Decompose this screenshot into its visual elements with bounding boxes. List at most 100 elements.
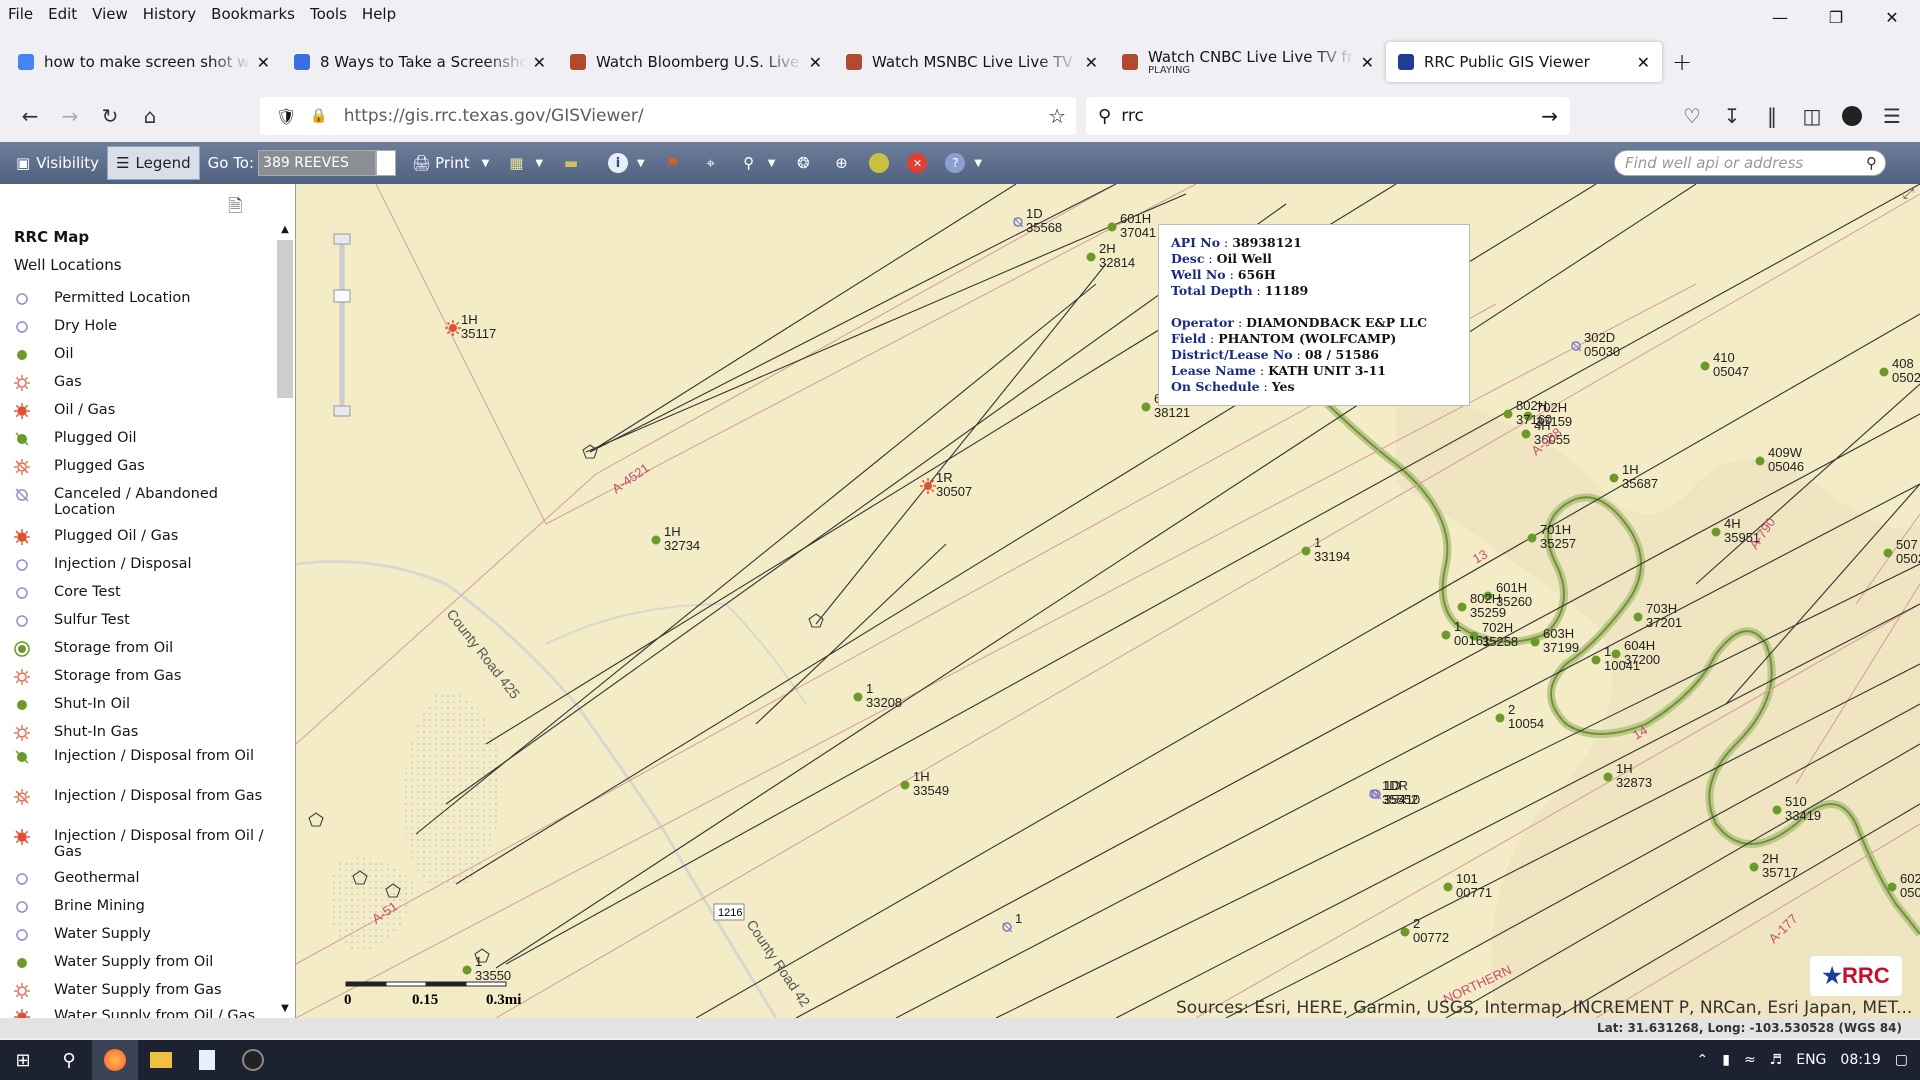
account-icon[interactable]	[1832, 96, 1872, 136]
well-marker[interactable]	[1755, 456, 1765, 466]
close-tab-icon[interactable]: ✕	[1361, 53, 1374, 72]
menu-item-tools[interactable]: Tools	[310, 5, 347, 23]
well-marker[interactable]	[1301, 546, 1311, 556]
zoom-slider[interactable]	[333, 233, 351, 417]
well-marker[interactable]	[1521, 429, 1531, 439]
well-marker[interactable]	[1883, 548, 1893, 558]
browser-tab[interactable]: Watch CNBC Live Live TV from LPLAYING ✕	[1110, 42, 1386, 82]
globe-icon[interactable]	[869, 153, 890, 173]
oil-well-icon[interactable]	[1711, 527, 1721, 537]
menu-item-bookmarks[interactable]: Bookmarks	[211, 5, 295, 23]
well-marker[interactable]	[462, 965, 472, 975]
oil-well-icon[interactable]	[1301, 546, 1311, 556]
pocket-icon[interactable]: ♡	[1672, 96, 1712, 136]
notifications-icon[interactable]: ▢	[1895, 1052, 1908, 1068]
well-marker[interactable]	[1495, 713, 1505, 723]
oil-well-icon[interactable]	[1749, 862, 1759, 872]
file-explorer-icon[interactable]	[138, 1040, 184, 1080]
close-tab-icon[interactable]: ✕	[1637, 53, 1650, 72]
well-marker[interactable]	[1443, 882, 1453, 892]
oil-well-icon[interactable]	[853, 692, 863, 702]
browser-tab[interactable]: Watch MSNBC Live Live TV from ✕	[834, 42, 1110, 82]
well-marker[interactable]	[1609, 473, 1619, 483]
find-well-input[interactable]: Find well api or address ⚲	[1614, 150, 1886, 176]
downloads-icon[interactable]: ↧	[1712, 96, 1752, 136]
well-marker[interactable]	[1013, 217, 1024, 228]
well-marker[interactable]	[1002, 922, 1013, 933]
notepad-icon[interactable]	[184, 1040, 230, 1080]
goto-dropdown[interactable]	[376, 150, 397, 176]
oil-well-icon[interactable]	[1883, 548, 1893, 558]
well-marker[interactable]	[853, 692, 863, 702]
visibility-button[interactable]: ▣ Visibility	[8, 146, 107, 180]
info-icon[interactable]: i	[608, 153, 629, 173]
well-marker[interactable]	[1107, 222, 1117, 232]
chevron-down-icon[interactable]: ▼	[768, 158, 776, 169]
flag-icon[interactable]: ⚑	[663, 153, 683, 173]
hamburger-menu-icon[interactable]: ☰	[1872, 96, 1912, 136]
volume-icon[interactable]: ♬	[1770, 1052, 1783, 1068]
well-marker[interactable]	[1887, 882, 1897, 892]
goto-input[interactable]: 389 REEVES	[258, 150, 377, 176]
well-marker[interactable]	[651, 535, 661, 545]
crosshair-icon[interactable]: ⌖	[701, 153, 721, 173]
language-indicator[interactable]: ENG	[1796, 1052, 1826, 1068]
windows-start-icon[interactable]: ⊞	[0, 1040, 46, 1080]
oil-well-icon[interactable]	[1633, 612, 1643, 622]
bookmark-star-icon[interactable]: ☆	[1048, 104, 1066, 128]
well-marker[interactable]	[1879, 367, 1889, 377]
pdf-export-icon[interactable]: 🗎	[228, 194, 242, 224]
well-pad-icon[interactable]	[308, 812, 324, 827]
oil-well-icon[interactable]	[1772, 805, 1782, 815]
chevron-down-icon[interactable]: ▼	[535, 158, 543, 169]
forward-button[interactable]: →	[50, 96, 90, 136]
oil-well-icon[interactable]	[1107, 222, 1117, 232]
well-marker[interactable]	[1603, 772, 1613, 782]
minimize-button[interactable]: —	[1752, 0, 1808, 34]
new-tab-button[interactable]: +	[1662, 42, 1702, 82]
expand-icon[interactable]: ⤢	[1903, 186, 1914, 202]
well-marker[interactable]	[1503, 409, 1513, 419]
well-marker[interactable]	[445, 320, 461, 336]
oil-well-icon[interactable]	[1443, 882, 1453, 892]
oil-well-icon[interactable]	[1609, 473, 1619, 483]
battery-icon[interactable]: ▮	[1722, 1052, 1730, 1068]
well-marker[interactable]	[900, 780, 910, 790]
help-icon[interactable]: ?	[945, 153, 966, 173]
oil-well-icon[interactable]	[651, 535, 661, 545]
sidebar-icon[interactable]: ◫	[1792, 96, 1832, 136]
oil-well-icon[interactable]	[1887, 882, 1897, 892]
map-canvas[interactable]: 1D 35568 601H 37041 2H 32814 1H 35117 1H 32734 1R 3…	[296, 184, 1920, 1018]
well-marker[interactable]	[1633, 612, 1643, 622]
well-marker[interactable]	[1400, 927, 1410, 937]
full-extent-icon[interactable]: ❂	[793, 153, 813, 173]
search-icon[interactable]: ⚲	[46, 1040, 92, 1080]
clear-icon[interactable]: ✕	[907, 153, 928, 173]
go-arrow-icon[interactable]: →	[1541, 104, 1558, 128]
oil-well-icon[interactable]	[1603, 772, 1613, 782]
oil-well-icon[interactable]	[1755, 456, 1765, 466]
oil-well-icon[interactable]	[1495, 713, 1505, 723]
gas-well-icon[interactable]	[924, 482, 932, 490]
well-marker[interactable]	[1749, 862, 1759, 872]
back-button[interactable]: ←	[10, 96, 50, 136]
search-icon[interactable]: ⚲	[1866, 154, 1877, 172]
legend-scrollbar[interactable]: ▲ ▼	[277, 224, 293, 1014]
well-marker[interactable]	[1711, 527, 1721, 537]
well-marker[interactable]	[1457, 602, 1467, 612]
search-bar[interactable]: ⚲ rrc →	[1086, 97, 1570, 135]
oil-well-icon[interactable]	[1521, 429, 1531, 439]
well-marker[interactable]	[1772, 805, 1782, 815]
oil-well-icon[interactable]	[1457, 602, 1467, 612]
well-marker[interactable]	[1086, 252, 1096, 262]
well-marker[interactable]	[1530, 637, 1540, 647]
oil-well-icon[interactable]	[1700, 361, 1710, 371]
well-marker[interactable]	[1141, 402, 1151, 412]
basemap-icon[interactable]: ▦	[506, 153, 526, 173]
well-marker[interactable]	[1700, 361, 1710, 371]
well-pad-icon[interactable]	[808, 613, 824, 628]
well-marker[interactable]	[1591, 655, 1601, 665]
restore-button[interactable]: ❐	[1808, 0, 1864, 34]
oil-well-icon[interactable]	[900, 780, 910, 790]
oil-well-icon[interactable]	[1141, 402, 1151, 412]
